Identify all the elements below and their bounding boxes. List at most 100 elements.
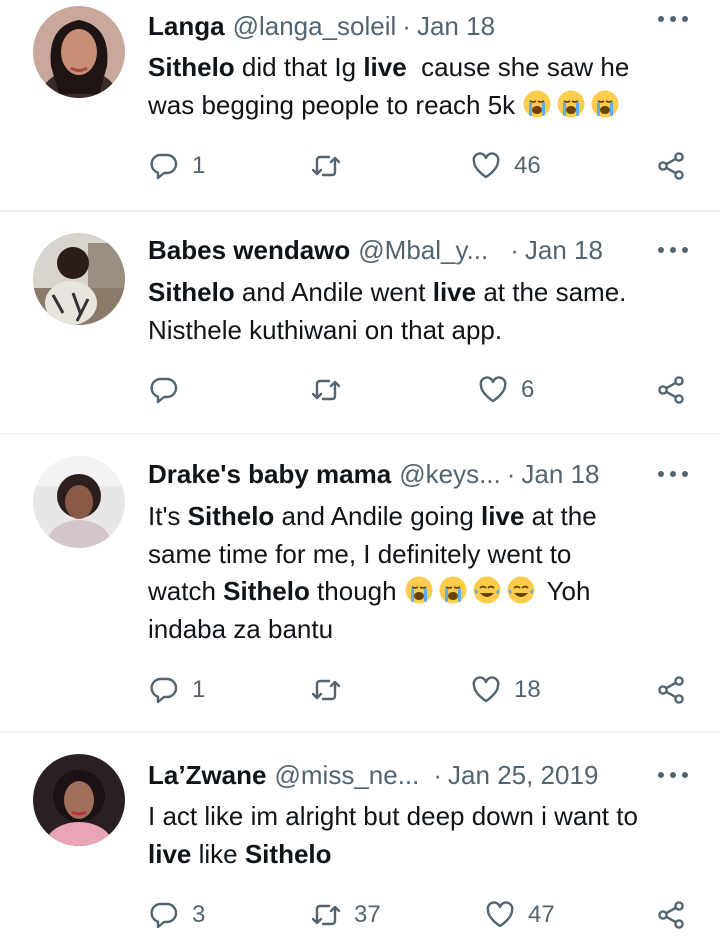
more-icon[interactable] [656, 469, 690, 479]
retweet-button[interactable] [310, 146, 354, 186]
reply-button[interactable]: 1 [148, 670, 205, 710]
face-with-tears-of-joy-emoji [472, 575, 502, 605]
text-segment: and Andile going [274, 501, 482, 531]
reply-icon [148, 150, 180, 182]
tweet-header: La’Zwane @miss_ne... · Jan 25, 2019 [148, 755, 598, 795]
text-segment: though [309, 576, 404, 606]
reply-count: 1 [192, 152, 206, 179]
like-icon [470, 674, 502, 706]
more-icon[interactable] [656, 770, 690, 780]
separator-dot: · [506, 458, 516, 489]
avatar-image [33, 754, 125, 846]
like-count: 6 [521, 376, 535, 403]
text-segment: did that Ig [234, 52, 364, 82]
avatar[interactable] [33, 233, 125, 325]
highlighted-keyword: Sithelo [148, 277, 235, 307]
tweet-date[interactable]: Jan 18 [417, 11, 495, 42]
text-segment: indaba za bantu [148, 613, 334, 644]
highlighted-keyword: Sithelo [244, 838, 332, 869]
loudly-crying-face-emoji [590, 89, 620, 119]
retweet-button[interactable]: 37 [310, 895, 381, 935]
tweet-date[interactable]: Jan 18 [525, 235, 603, 266]
retweet-icon [310, 899, 342, 931]
retweet-button[interactable] [310, 670, 354, 710]
tweet-actions: 6 [0, 370, 720, 410]
reply-button[interactable]: 3 [148, 895, 205, 935]
divider [0, 210, 720, 212]
loudly-crying-face-emoji [522, 89, 552, 119]
share-icon [655, 374, 687, 406]
avatar-image [33, 233, 125, 325]
share-button[interactable] [655, 146, 687, 186]
separator-dot: · [433, 759, 443, 790]
retweet-count: 37 [354, 901, 381, 928]
tweet-header: Drake's baby mama @keys... · Jan 18 [148, 454, 600, 494]
user-handle[interactable]: @langa_soleil [233, 11, 397, 42]
loudly-crying-face-emoji [404, 575, 434, 605]
like-button[interactable]: 18 [470, 670, 541, 710]
avatar-image [33, 6, 125, 98]
tweet-text-line: same time for me, I definitely went to [148, 536, 693, 574]
display-name[interactable]: La’Zwane [148, 760, 266, 791]
tweet-date[interactable]: Jan 25, 2019 [448, 760, 598, 791]
text-segment: at the same. [476, 277, 627, 307]
more-icon[interactable] [656, 245, 690, 255]
text-segment: watch [148, 576, 224, 606]
avatar[interactable] [33, 6, 125, 98]
divider [0, 433, 720, 435]
like-button[interactable]: 47 [484, 895, 555, 935]
share-button[interactable] [655, 670, 687, 710]
tweet-date[interactable]: Jan 18 [521, 459, 599, 490]
share-button[interactable] [655, 895, 687, 935]
display-name[interactable]: Langa [148, 11, 225, 42]
reply-icon [148, 899, 180, 931]
user-handle[interactable]: @miss_ne... [274, 760, 419, 791]
retweet-icon [310, 150, 342, 182]
tweet-text: I act like im alright but deep down i wa… [148, 798, 693, 873]
like-icon [477, 374, 509, 406]
highlighted-keyword: Sithelo [187, 501, 275, 531]
tweet[interactable]: Langa @langa_soleil · Jan 18 Sithelo did… [0, 0, 720, 210]
tweet-actions: 1 18 [0, 670, 720, 710]
user-handle[interactable]: @keys... [399, 459, 501, 490]
text-segment: same time for me, I definitely went to [148, 538, 572, 569]
reply-icon [148, 374, 180, 406]
text-segment: at the [524, 501, 597, 531]
user-handle[interactable]: @Mbal_y... [358, 235, 488, 266]
avatar[interactable] [33, 754, 125, 846]
like-button[interactable]: 6 [477, 370, 534, 410]
tweet-text-line: live like Sithelo [148, 836, 693, 874]
reply-button[interactable] [148, 370, 192, 410]
highlighted-keyword: live [148, 838, 192, 869]
share-icon [655, 899, 687, 931]
highlighted-keyword: Sithelo [223, 576, 310, 606]
tweet[interactable]: Babes wendawo @Mbal_y... · Jan 18 Sithel… [0, 213, 720, 433]
retweet-icon [310, 674, 342, 706]
like-button[interactable]: 46 [470, 146, 541, 186]
tweet-text-line: watch Sithelo though Yoh [148, 573, 693, 611]
more-icon[interactable] [656, 14, 690, 24]
like-icon [484, 899, 516, 931]
tweet-text: Sithelo and Andile went live at the same… [148, 274, 693, 349]
tweet[interactable]: La’Zwane @miss_ne... · Jan 25, 2019 I ac… [0, 734, 720, 946]
display-name[interactable]: Drake's baby mama [148, 459, 391, 490]
tweet-text-line: indaba za bantu [148, 611, 693, 649]
like-count: 47 [528, 901, 555, 928]
tweet-text: It's Sithelo and Andile going live at th… [148, 498, 693, 648]
retweet-button[interactable] [310, 370, 354, 410]
display-name[interactable]: Babes wendawo [148, 235, 350, 266]
highlighted-keyword: Sithelo [148, 52, 235, 82]
tweet[interactable]: Drake's baby mama @keys... · Jan 18 It's… [0, 436, 720, 731]
separator-dot: · [510, 234, 519, 265]
highlighted-keyword: live [363, 52, 407, 82]
share-button[interactable] [655, 370, 687, 410]
text-segment: Yoh [539, 576, 591, 606]
text-segment: was begging people to reach 5k [148, 89, 523, 120]
tweet-header: Babes wendawo @Mbal_y... · Jan 18 [148, 230, 603, 270]
avatar[interactable] [33, 456, 125, 548]
tweet-header: Langa @langa_soleil · Jan 18 [148, 6, 495, 46]
reply-count: 3 [192, 901, 206, 928]
tweet-actions: 1 46 [0, 146, 720, 186]
reply-button[interactable]: 1 [148, 146, 205, 186]
tweet-actions: 3 37 47 [0, 895, 720, 935]
